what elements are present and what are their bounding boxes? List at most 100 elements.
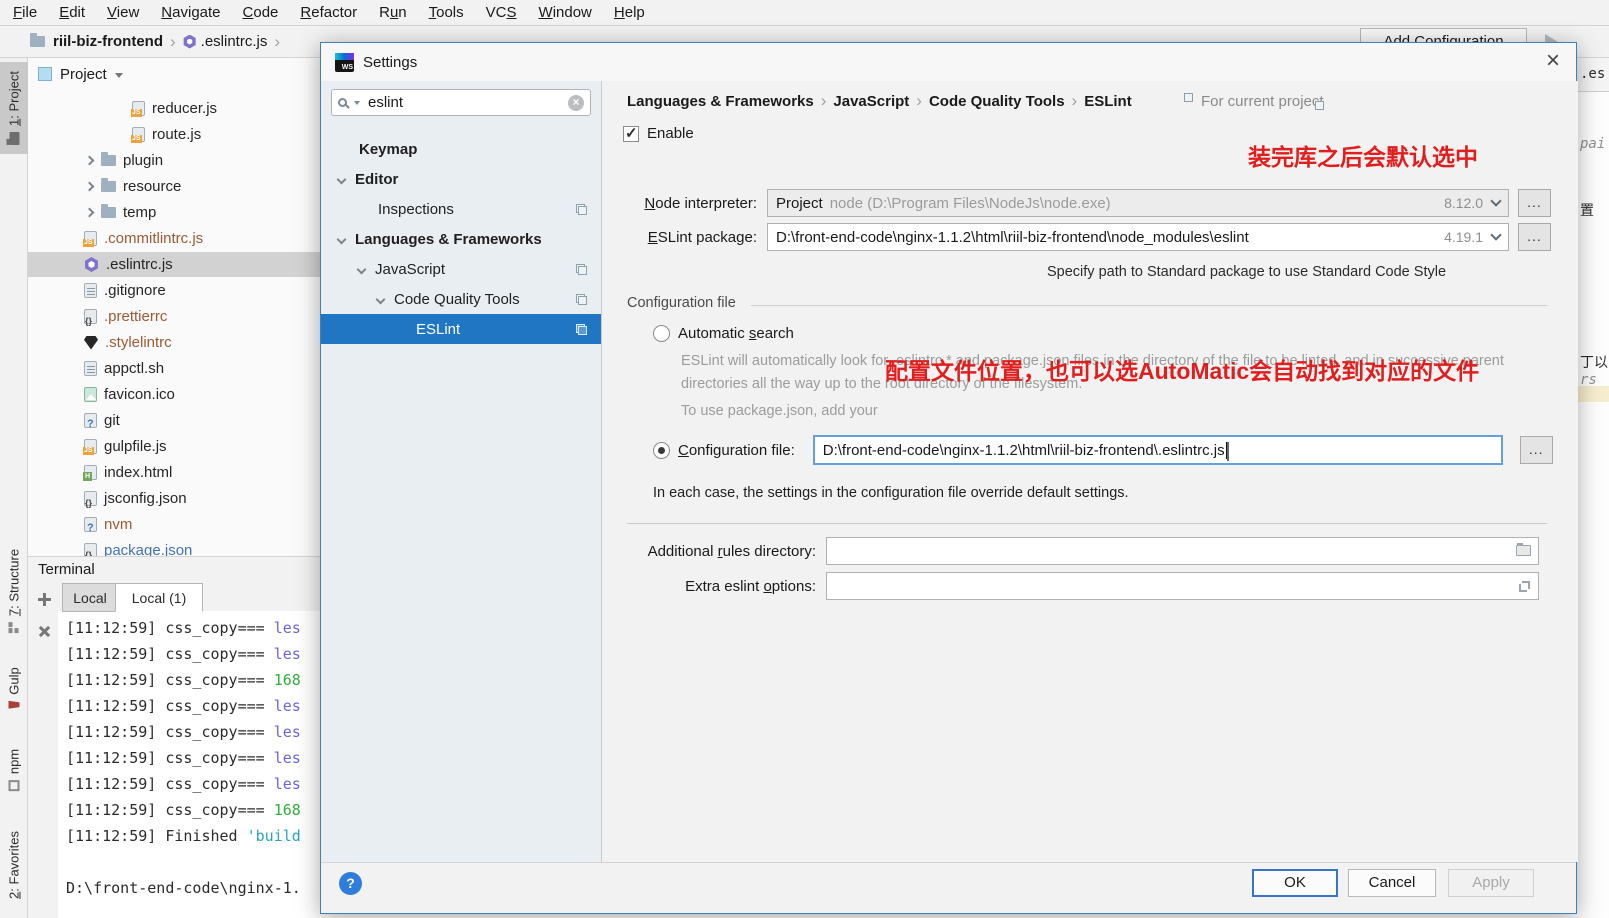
settings-tree-item-code-quality-tools[interactable]: Code Quality Tools <box>321 284 601 314</box>
chevron-right-icon[interactable] <box>85 182 95 192</box>
chevron-down-icon[interactable] <box>357 264 367 274</box>
project-tree-item[interactable]: appctl.sh <box>28 356 320 381</box>
project-tree-item[interactable]: gulpfile.js <box>28 434 320 459</box>
extra-options-input[interactable] <box>826 572 1539 600</box>
menu-code[interactable]: Code <box>232 4 290 21</box>
ok-button[interactable]: OK <box>1252 869 1338 897</box>
project-tree-item[interactable]: .gitignore <box>28 278 320 303</box>
automatic-search-radio[interactable] <box>653 325 670 342</box>
clear-search-icon[interactable] <box>568 95 584 111</box>
chevron-down-icon[interactable] <box>1490 195 1501 206</box>
settings-tree-item-label: JavaScript <box>375 261 445 278</box>
terminal-tab-1[interactable]: Local <box>62 583 118 612</box>
terminal-panel: Terminal [11:12:59] css_copy=== les[11:1… <box>28 556 320 918</box>
settings-tree-item-keymap[interactable]: Keymap <box>321 134 601 164</box>
enable-checkbox[interactable] <box>623 126 639 142</box>
additional-rules-label: Additional rules directory: <box>627 543 816 560</box>
tool-window-tab-favorites[interactable]: 2: Favorites <box>0 820 28 910</box>
project-panel-header[interactable]: Project <box>28 58 320 90</box>
settings-tree-item-inspections[interactable]: Inspections <box>321 194 601 224</box>
project-tree-item[interactable]: favicon.ico <box>28 382 320 407</box>
settings-tree-item-eslint[interactable]: ESLint <box>321 314 601 344</box>
project-tree-item[interactable]: nvm <box>28 512 320 537</box>
menu-tools[interactable]: Tools <box>418 4 475 21</box>
editor-tab[interactable]: .es <box>1577 58 1609 92</box>
menu-view[interactable]: View <box>96 4 150 21</box>
folder-icon[interactable] <box>1516 545 1531 556</box>
menu-edit[interactable]: Edit <box>48 4 96 21</box>
project-tree-item[interactable]: resource <box>28 174 320 199</box>
settings-tree-item-editor[interactable]: Editor <box>321 164 601 194</box>
settings-tree-item-label: Code Quality Tools <box>394 291 520 308</box>
menu-run[interactable]: Run <box>368 4 418 21</box>
project-tree-item[interactable]: .prettierrc <box>28 304 320 329</box>
menu-navigate[interactable]: Navigate <box>150 4 231 21</box>
settings-tree-item-languages-frameworks[interactable]: Languages & Frameworks <box>321 224 601 254</box>
chevron-down-icon[interactable] <box>376 294 386 304</box>
settings-breadcrumb-item[interactable]: JavaScript <box>833 93 909 110</box>
configuration-file-input[interactable]: D:\front-end-code\nginx-1.1.2\html\riil-… <box>813 435 1503 465</box>
help-icon[interactable]: ? <box>339 872 362 895</box>
chevron-down-icon[interactable] <box>1227 442 1229 461</box>
settings-breadcrumb-item[interactable]: Code Quality Tools <box>929 93 1065 110</box>
search-options-icon[interactable] <box>354 101 360 105</box>
tool-window-tab-npm[interactable]: npm <box>0 735 28 805</box>
project-tree-item-label: plugin <box>123 152 163 169</box>
eslint-package-browse-button[interactable]: ... <box>1518 223 1551 251</box>
project-tree-item[interactable]: jsconfig.json <box>28 486 320 511</box>
structure-icon <box>9 622 20 633</box>
project-tree-item[interactable]: .eslintrc.js <box>28 252 320 277</box>
project-tree-item[interactable]: git <box>28 408 320 433</box>
settings-breadcrumb-item[interactable]: Languages & Frameworks <box>627 93 814 110</box>
tool-window-tab-structure[interactable]: 7: Structure <box>0 545 28 637</box>
chevron-right-icon[interactable] <box>85 156 95 166</box>
cancel-button[interactable]: Cancel <box>1348 869 1436 897</box>
additional-rules-input[interactable] <box>826 537 1539 565</box>
project-tree-item[interactable]: route.js <box>28 122 320 147</box>
terminal-tab-2[interactable]: Local (1) <box>115 583 203 612</box>
configuration-file-radio[interactable] <box>653 442 670 459</box>
tool-window-tab-project[interactable]: 1: Project <box>0 62 28 154</box>
tool-window-tab-gulp[interactable]: Gulp <box>0 650 28 726</box>
chevron-down-icon[interactable] <box>337 174 347 184</box>
project-tree-item[interactable]: plugin <box>28 148 320 173</box>
menu-window[interactable]: Window <box>528 4 603 21</box>
chevron-right-icon[interactable] <box>85 208 95 218</box>
project-tree-item[interactable]: .commitlintrc.js <box>28 226 320 251</box>
chevron-down-icon[interactable] <box>1490 229 1501 240</box>
automatic-search-option[interactable]: Automatic search <box>653 325 794 342</box>
configuration-file-option[interactable]: Configuration file: D:\front-end-code\ng… <box>653 435 1553 465</box>
menu-refactor[interactable]: Refactor <box>289 4 368 21</box>
menu-file[interactable]: File <box>2 4 48 21</box>
project-tree-item[interactable]: temp <box>28 200 320 225</box>
node-interpreter-scope: Project <box>776 195 823 212</box>
close-terminal-icon[interactable] <box>35 622 53 640</box>
settings-tree-item-javascript[interactable]: JavaScript <box>321 254 601 284</box>
project-tree-item[interactable]: reducer.js <box>28 96 320 121</box>
chevron-down-icon[interactable] <box>115 73 123 78</box>
project-tree-item[interactable]: package.json <box>28 538 320 556</box>
node-interpreter-field[interactable]: Project node (D:\Program Files\NodeJs\no… <box>767 189 1509 217</box>
configuration-file-browse-button[interactable]: ... <box>1520 436 1553 464</box>
standard-package-hint: Specify path to Standard package to use … <box>1047 264 1446 280</box>
terminal-console[interactable]: [11:12:59] css_copy=== les[11:12:59] css… <box>58 611 320 918</box>
eslint-package-field[interactable]: D:\front-end-code\nginx-1.1.2\html\riil-… <box>767 223 1509 251</box>
tool-window-label: Gulp <box>7 667 22 694</box>
breadcrumb-project[interactable]: riil-biz-frontend <box>53 33 163 50</box>
close-icon[interactable]: × <box>1546 49 1560 73</box>
project-tree-item[interactable]: index.html <box>28 460 320 485</box>
apply-button[interactable]: Apply <box>1448 869 1534 897</box>
project-tree-item-label: favicon.ico <box>104 386 175 403</box>
new-terminal-icon[interactable] <box>38 593 51 606</box>
node-interpreter-browse-button[interactable]: ... <box>1518 189 1551 217</box>
menu-help[interactable]: Help <box>603 4 656 21</box>
node-version: 8.12.0 <box>1444 195 1483 211</box>
breadcrumb-file[interactable]: .eslintrc.js <box>201 33 268 50</box>
menu-vcs[interactable]: VCS <box>475 4 528 21</box>
editor-current-line-highlight <box>1577 386 1609 402</box>
project-tree-item[interactable]: .stylelintrc <box>28 330 320 355</box>
settings-search-input[interactable]: eslint <box>331 89 591 116</box>
expand-icon[interactable] <box>1519 581 1530 592</box>
settings-breadcrumb-item[interactable]: ESLint <box>1084 93 1132 110</box>
chevron-down-icon[interactable] <box>337 234 347 244</box>
